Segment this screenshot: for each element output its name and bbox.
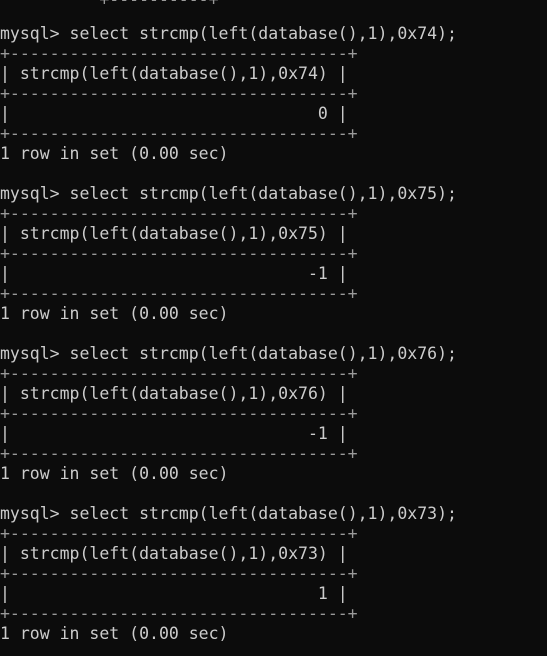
table-border-top: +----------------------------------+: [0, 364, 358, 383]
table-header-row: | strcmp(left(database(),1),0x74) |: [0, 64, 348, 83]
table-border-bottom: +----------------------------------+: [0, 284, 358, 303]
result-summary: 1 row in set (0.00 sec): [0, 144, 229, 163]
table-border-bottom: +----------------------------------+: [0, 604, 358, 623]
sql-command: select strcmp(left(database(),1),0x74);: [59, 24, 457, 43]
mysql-prompt: mysql>: [0, 24, 60, 43]
table-header-row: | strcmp(left(database(),1),0x73) |: [0, 544, 348, 563]
command-line: mysql> select strcmp(left(database(),1),…: [0, 344, 457, 364]
table-border-bottom: +----------------------------------+: [0, 444, 358, 463]
table-border-bottom: +----------------------------------+: [0, 124, 358, 143]
command-line: mysql> select strcmp(left(database(),1),…: [0, 184, 457, 204]
sql-command: select strcmp(left(database(),1),0x73);: [59, 504, 457, 523]
table-value-row: | 1 |: [0, 584, 348, 603]
table-value-row: | 0 |: [0, 104, 348, 123]
table-border-mid: +----------------------------------+: [0, 84, 358, 103]
mysql-prompt: mysql>: [0, 184, 60, 203]
table-border-mid: +----------------------------------+: [0, 244, 358, 263]
sql-command: select strcmp(left(database(),1),0x76);: [59, 344, 457, 363]
command-line: mysql> select strcmp(left(database(),1),…: [0, 504, 457, 524]
command-line: mysql> select strcmp(left(database(),1),…: [0, 24, 457, 44]
mysql-prompt: mysql>: [0, 344, 60, 363]
result-summary: 1 row in set (0.00 sec): [0, 464, 229, 483]
table-value-row: | -1 |: [0, 424, 348, 443]
table-value-row: | -1 |: [0, 264, 348, 283]
mysql-prompt: mysql>: [0, 504, 60, 523]
table-header-row: | strcmp(left(database(),1),0x76) |: [0, 384, 348, 403]
table-header-row: | strcmp(left(database(),1),0x75) |: [0, 224, 348, 243]
result-summary: 1 row in set (0.00 sec): [0, 304, 229, 323]
table-border-top: +----------------------------------+: [0, 204, 358, 223]
table-border-mid: +----------------------------------+: [0, 404, 358, 423]
previous-output-fragment: +----------+: [0, 0, 218, 10]
sql-command: select strcmp(left(database(),1),0x75);: [59, 184, 457, 203]
table-border-mid: +----------------------------------+: [0, 564, 358, 583]
table-border-top: +----------------------------------+: [0, 524, 358, 543]
table-border-top: +----------------------------------+: [0, 44, 358, 63]
result-summary: 1 row in set (0.00 sec): [0, 624, 229, 643]
terminal-window[interactable]: +----------+ mysql> select strcmp(left(d…: [0, 0, 547, 656]
